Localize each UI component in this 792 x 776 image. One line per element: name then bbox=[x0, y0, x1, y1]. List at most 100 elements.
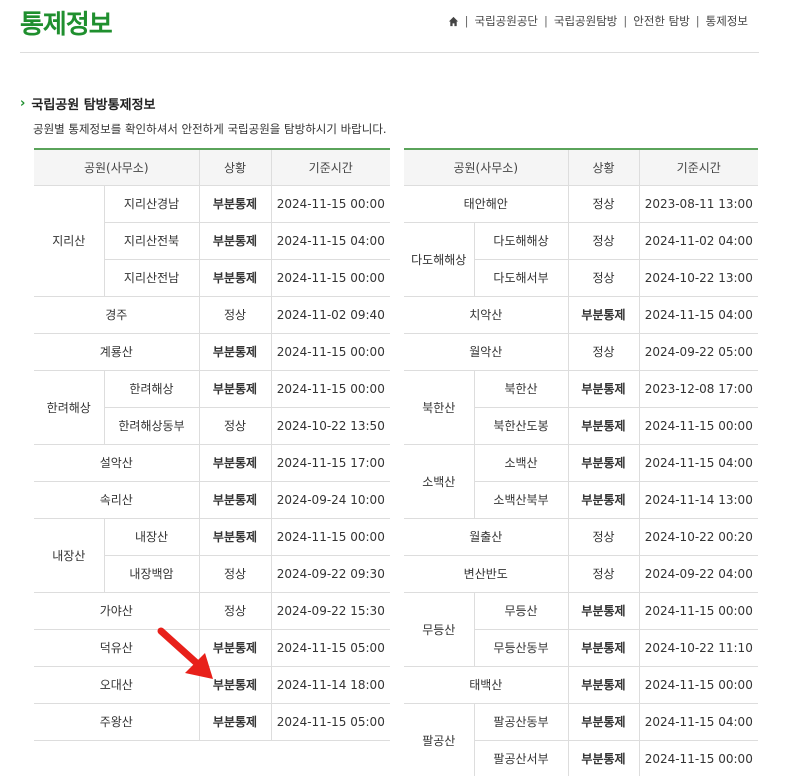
time-cell: 2024-10-22 13:00 bbox=[639, 259, 759, 297]
park-name-cell: 월악산 bbox=[404, 333, 569, 371]
time-cell: 2024-10-22 11:10 bbox=[639, 629, 759, 667]
time-cell: 2024-11-15 00:00 bbox=[639, 592, 759, 630]
sub-office-cell: 북한산 bbox=[474, 370, 569, 408]
sub-office-cell: 한려해상동부 bbox=[104, 407, 200, 445]
page-title: 통제정보 bbox=[20, 10, 113, 40]
sub-office-cell: 팔공산동부 bbox=[474, 703, 569, 741]
time-cell: 2024-11-15 04:00 bbox=[271, 222, 391, 260]
time-cell: 2024-10-22 00:20 bbox=[639, 518, 759, 556]
park-name-cell: 월출산 bbox=[404, 518, 569, 556]
header-time: 기준시간 bbox=[639, 148, 759, 186]
time-cell: 2024-11-15 04:00 bbox=[639, 296, 759, 334]
sub-office-cell: 무등산동부 bbox=[474, 629, 569, 667]
sub-office-cell: 다도해해상 bbox=[474, 222, 569, 260]
chevron-right-icon: › bbox=[20, 96, 26, 111]
table-row: 내장산 내장산 부분통제 2024-11-15 00:00 bbox=[34, 518, 391, 593]
status-cell: 부분통제 bbox=[199, 259, 272, 297]
table-row: 지리산 지리산경남 부분통제 2024-11-15 00:00 bbox=[34, 185, 391, 297]
park-name-cell: 소백산 bbox=[404, 444, 475, 519]
breadcrumb-item-safe-visit[interactable]: 안전한 탐방 bbox=[633, 13, 690, 29]
status-cell: 부분통제 bbox=[568, 629, 640, 667]
table-row: 변산반도 정상 2024-09-22 04:00 bbox=[404, 555, 759, 593]
status-cell: 부분통제 bbox=[568, 592, 640, 630]
breadcrumb-separator: | bbox=[623, 14, 628, 28]
breadcrumb-item-current[interactable]: 통제정보 bbox=[706, 13, 748, 29]
table-row: 경주 정상 2024-11-02 09:40 bbox=[34, 296, 391, 334]
status-cell: 정상 bbox=[199, 592, 272, 630]
status-cell: 부분통제 bbox=[199, 333, 272, 371]
time-cell: 2024-09-22 04:00 bbox=[639, 555, 759, 593]
table-row: 북한산 북한산 부분통제 2023-12-08 17:00 bbox=[404, 370, 759, 445]
time-cell: 2024-09-22 15:30 bbox=[271, 592, 391, 630]
status-cell: 부분통제 bbox=[199, 222, 272, 260]
time-cell: 2024-11-15 05:00 bbox=[271, 703, 391, 741]
table-row: 월악산 정상 2024-09-22 05:00 bbox=[404, 333, 759, 371]
section-title-text: 국립공원 탐방통제정보 bbox=[31, 98, 156, 113]
park-name-cell: 무등산 bbox=[404, 592, 475, 667]
status-cell: 정상 bbox=[199, 296, 272, 334]
table-row: 무등산 무등산 부분통제 2024-11-15 00:00 bbox=[404, 592, 759, 667]
sub-office-cell: 소백산 bbox=[474, 444, 569, 482]
park-name-cell: 지리산 bbox=[34, 185, 105, 297]
breadcrumb: | 국립공원공단 | 국립공원탐방 | 안전한 탐방 | 통제정보 bbox=[448, 13, 748, 29]
status-cell: 정상 bbox=[568, 518, 640, 556]
park-name-cell: 가야산 bbox=[34, 592, 200, 630]
breadcrumb-item-visit[interactable]: 국립공원탐방 bbox=[554, 13, 617, 29]
park-name-cell: 팔공산 bbox=[404, 703, 475, 776]
park-name-cell: 주왕산 bbox=[34, 703, 200, 741]
park-name-cell: 내장산 bbox=[34, 518, 105, 593]
time-cell: 2024-09-22 09:30 bbox=[271, 555, 391, 593]
park-name-cell: 다도해해상 bbox=[404, 222, 475, 297]
sub-office-cell: 한려해상 bbox=[104, 370, 200, 408]
status-cell: 정상 bbox=[568, 185, 640, 223]
time-cell: 2024-11-14 18:00 bbox=[271, 666, 391, 704]
table-header-row: 공원(사무소) 상황 기준시간 bbox=[404, 148, 759, 186]
table-row: 태안해안 정상 2023-08-11 13:00 bbox=[404, 185, 759, 223]
header-divider bbox=[20, 52, 759, 53]
sub-office-cell: 소백산북부 bbox=[474, 481, 569, 519]
status-cell: 부분통제 bbox=[199, 444, 272, 482]
status-cell: 부분통제 bbox=[199, 185, 272, 223]
time-cell: 2024-11-15 00:00 bbox=[639, 666, 759, 704]
time-cell: 2023-12-08 17:00 bbox=[639, 370, 759, 408]
sub-office-cell: 내장산 bbox=[104, 518, 200, 556]
header-park: 공원(사무소) bbox=[404, 148, 569, 186]
sub-office-cell: 팔공산서부 bbox=[474, 740, 569, 776]
time-cell: 2024-11-14 13:00 bbox=[639, 481, 759, 519]
table-row: 태백산 부분통제 2024-11-15 00:00 bbox=[404, 666, 759, 704]
time-cell: 2024-11-15 00:00 bbox=[639, 740, 759, 776]
status-cell: 부분통제 bbox=[568, 370, 640, 408]
status-cell: 부분통제 bbox=[568, 444, 640, 482]
park-name-cell: 태백산 bbox=[404, 666, 569, 704]
header-status: 상황 bbox=[568, 148, 640, 186]
breadcrumb-separator: | bbox=[544, 14, 548, 28]
status-cell: 정상 bbox=[568, 222, 640, 260]
table-row: 계룡산 부분통제 2024-11-15 00:00 bbox=[34, 333, 391, 371]
park-name-cell: 한려해상 bbox=[34, 370, 105, 445]
status-cell: 정상 bbox=[568, 333, 640, 371]
park-name-cell: 계룡산 bbox=[34, 333, 200, 371]
time-cell: 2024-11-15 00:00 bbox=[271, 370, 391, 408]
status-cell: 정상 bbox=[568, 555, 640, 593]
home-icon[interactable] bbox=[448, 16, 459, 27]
header-time: 기준시간 bbox=[271, 148, 391, 186]
table-row: 월출산 정상 2024-10-22 00:20 bbox=[404, 518, 759, 556]
time-cell: 2024-11-15 00:00 bbox=[271, 185, 391, 223]
table-row: 치악산 부분통제 2024-11-15 04:00 bbox=[404, 296, 759, 334]
breadcrumb-item-knps[interactable]: 국립공원공단 bbox=[475, 13, 538, 29]
section-title: › 국립공원 탐방통제정보 bbox=[20, 94, 156, 113]
park-name-cell: 태안해안 bbox=[404, 185, 569, 223]
time-cell: 2024-11-15 00:00 bbox=[271, 259, 391, 297]
sub-office-cell: 지리산전북 bbox=[104, 222, 200, 260]
table-row: 가야산 정상 2024-09-22 15:30 bbox=[34, 592, 391, 630]
time-cell: 2024-11-15 17:00 bbox=[271, 444, 391, 482]
time-cell: 2024-11-15 00:00 bbox=[271, 333, 391, 371]
breadcrumb-separator: | bbox=[695, 14, 700, 28]
status-cell: 부분통제 bbox=[568, 407, 640, 445]
sub-office-cell: 지리산경남 bbox=[104, 185, 200, 223]
table-row: 속리산 부분통제 2024-09-24 10:00 bbox=[34, 481, 391, 519]
table-header-row: 공원(사무소) 상황 기준시간 bbox=[34, 148, 391, 186]
status-cell: 부분통제 bbox=[199, 481, 272, 519]
time-cell: 2024-11-15 00:00 bbox=[639, 407, 759, 445]
status-cell: 부분통제 bbox=[199, 518, 272, 556]
